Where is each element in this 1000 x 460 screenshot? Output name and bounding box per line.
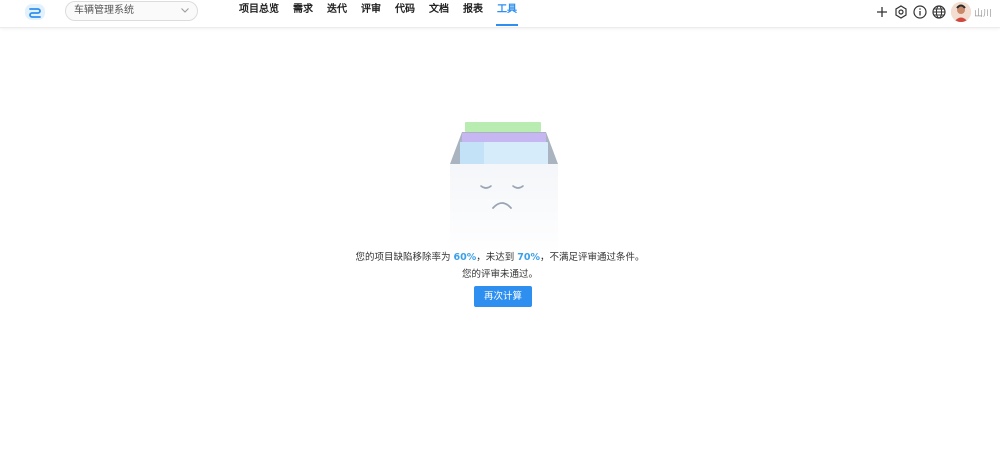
target-rate-value: 70% — [517, 252, 541, 263]
nav-item-reports[interactable]: 报表 — [456, 0, 490, 28]
review-failed-message: 您的评审未通过。 — [461, 269, 538, 280]
actual-rate-value: 60% — [453, 252, 477, 263]
settings-icon[interactable] — [893, 4, 909, 20]
recalculate-button[interactable]: 再次计算 — [474, 286, 532, 307]
main-nav: 项目总览 需求 迭代 评审 代码 文档 报表 工具 — [232, 0, 524, 28]
project-select[interactable]: 车辆管理系统 — [65, 1, 198, 21]
header-tools: 山川 — [871, 0, 1000, 24]
plus-icon[interactable] — [874, 4, 890, 20]
message-middle: ，未达到 — [476, 252, 518, 263]
removal-rate-message: 您的项目缺陷移除率为 60%，未达到 70%，不满足评审通过条件。 — [0, 249, 1000, 263]
app-logo-icon[interactable] — [25, 4, 45, 20]
info-icon[interactable] — [912, 4, 928, 20]
message-suffix: ，不满足评审通过条件。 — [540, 252, 645, 263]
avatar[interactable] — [950, 2, 971, 22]
message-prefix: 您的项目缺陷移除率为 — [355, 252, 454, 263]
nav-item-reviews[interactable]: 评审 — [354, 0, 388, 28]
nav-item-tools[interactable]: 工具 — [490, 0, 524, 28]
main-content: 您的项目缺陷移除率为 60%，未达到 70%，不满足评审通过条件。 您的评审未通… — [0, 28, 1000, 460]
nav-item-code[interactable]: 代码 — [388, 0, 422, 28]
project-select-value: 车辆管理系统 — [74, 5, 134, 16]
username[interactable]: 山川 — [974, 6, 992, 19]
top-bar: 车辆管理系统 项目总览 需求 迭代 评审 代码 文档 报表 工具 山川 — [0, 0, 1000, 28]
nav-item-docs[interactable]: 文档 — [422, 0, 456, 28]
sad-box-illustration-icon — [450, 122, 558, 258]
globe-icon[interactable] — [931, 4, 947, 20]
nav-item-requirements[interactable]: 需求 — [286, 0, 320, 28]
nav-item-iterations[interactable]: 迭代 — [320, 0, 354, 28]
nav-item-overview[interactable]: 项目总览 — [232, 0, 286, 28]
chevron-down-icon — [181, 8, 189, 13]
